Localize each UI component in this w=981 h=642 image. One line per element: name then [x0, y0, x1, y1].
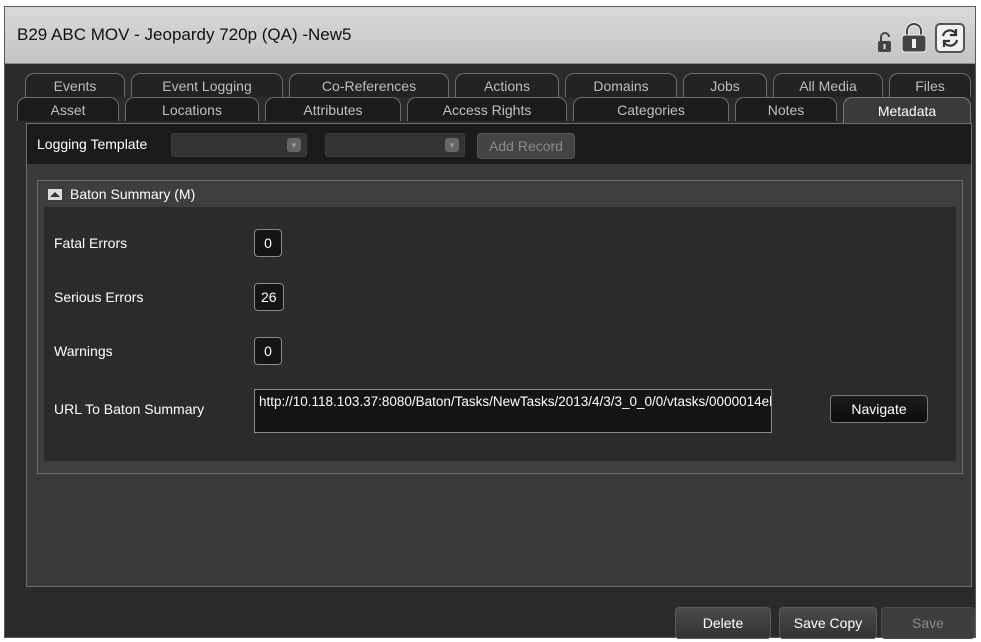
tab-actions[interactable]: Actions — [455, 73, 559, 97]
collapse-icon[interactable] — [48, 189, 62, 200]
chevron-down-icon: ▼ — [287, 138, 301, 152]
logging-template-bar: Logging Template ▼ ▼ Add Record — [27, 124, 971, 164]
tab-row-2: Asset Locations Attributes Access Rights… — [17, 97, 973, 123]
section-title: Baton Summary (M) — [70, 186, 196, 202]
warnings-field[interactable]: 0 — [254, 337, 282, 365]
tab-notes[interactable]: Notes — [735, 97, 837, 121]
serious-errors-field[interactable]: 26 — [254, 283, 284, 311]
tab-domains[interactable]: Domains — [565, 73, 677, 97]
window-title: B29 ABC MOV - Jeopardy 720p (QA) -New5 — [17, 25, 352, 44]
tab-asset[interactable]: Asset — [17, 97, 119, 121]
chevron-down-icon: ▼ — [445, 138, 459, 152]
logging-template-select[interactable]: ▼ — [171, 133, 307, 157]
asset-window: B29 ABC MOV - Jeopardy 720p (QA) -New5 E… — [4, 6, 976, 639]
delete-button[interactable]: Delete — [675, 607, 771, 639]
serious-errors-label: Serious Errors — [54, 289, 144, 305]
tab-access-rights[interactable]: Access Rights — [407, 97, 567, 121]
tab-event-logging[interactable]: Event Logging — [131, 73, 283, 97]
tab-locations[interactable]: Locations — [125, 97, 259, 121]
title-bar: B29 ABC MOV - Jeopardy 720p (QA) -New5 — [5, 7, 975, 64]
lock-icon[interactable] — [899, 21, 929, 53]
section-body: Fatal Errors 0 Serious Errors 26 Warning… — [44, 207, 956, 461]
logging-template-label: Logging Template — [37, 136, 148, 152]
section-header[interactable]: Baton Summary (M) — [38, 181, 962, 207]
tab-row-1: Events Event Logging Co-References Actio… — [17, 73, 973, 97]
url-field[interactable]: http://10.118.103.37:8080/Baton/Tasks/Ne… — [254, 389, 772, 433]
refresh-icon[interactable] — [935, 23, 965, 53]
metadata-panel: Logging Template ▼ ▼ Add Record Baton Su… — [26, 123, 972, 587]
tab-metadata[interactable]: Metadata — [843, 97, 971, 123]
tab-attributes[interactable]: Attributes — [265, 97, 401, 121]
save-copy-button[interactable]: Save Copy — [779, 607, 877, 639]
tab-categories[interactable]: Categories — [573, 97, 729, 121]
navigate-button[interactable]: Navigate — [830, 395, 928, 423]
tab-events[interactable]: Events — [25, 73, 125, 97]
baton-summary-section: Baton Summary (M) Fatal Errors 0 Serious… — [37, 180, 963, 474]
lock-small-icon[interactable] — [877, 31, 893, 53]
fatal-errors-label: Fatal Errors — [54, 235, 128, 251]
url-to-baton-summary-label: URL To Baton Summary — [54, 401, 205, 417]
tab-co-references[interactable]: Co-References — [289, 73, 449, 97]
tab-jobs[interactable]: Jobs — [683, 73, 767, 97]
add-record-button[interactable]: Add Record — [477, 133, 575, 159]
fatal-errors-field[interactable]: 0 — [254, 229, 282, 257]
tab-files[interactable]: Files — [889, 73, 971, 97]
save-button[interactable]: Save — [881, 607, 975, 639]
record-select[interactable]: ▼ — [325, 133, 465, 157]
tab-all-media[interactable]: All Media — [773, 73, 883, 97]
warnings-label: Warnings — [54, 343, 113, 359]
